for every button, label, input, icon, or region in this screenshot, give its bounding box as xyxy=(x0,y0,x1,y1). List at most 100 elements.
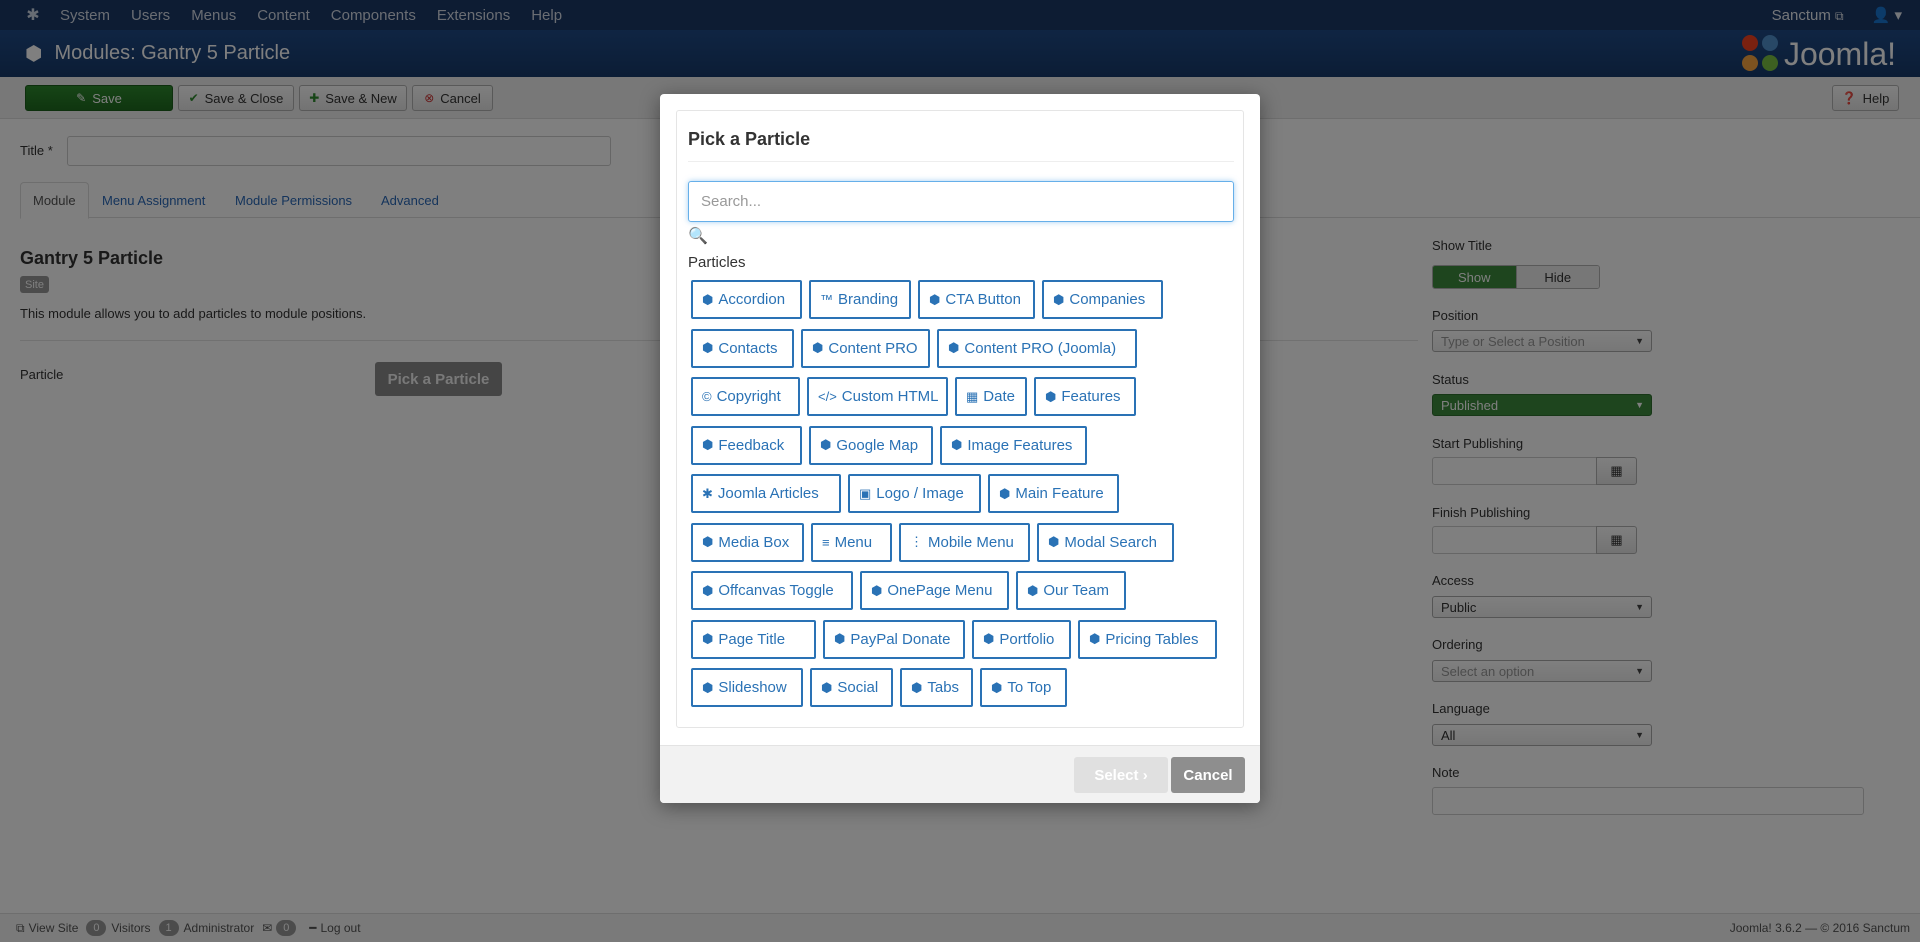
modal-cancel-button[interactable]: Cancel xyxy=(1171,757,1245,793)
cube-icon: ⬢ xyxy=(951,437,963,452)
particle-content-pro[interactable]: ⬢ Content PRO xyxy=(801,328,930,368)
particle-contacts[interactable]: ⬢ Contacts xyxy=(691,328,794,368)
code-icon: </> xyxy=(818,389,837,404)
search-icon: 🔍 xyxy=(688,228,708,245)
particle-label: Features xyxy=(1061,388,1121,405)
cube-icon: ⬢ xyxy=(1045,388,1057,404)
particle-label: Modal Search xyxy=(1064,533,1157,551)
particle-label: Logo / Image xyxy=(876,485,964,502)
cube-icon: ⬢ xyxy=(991,679,1003,695)
particle-label: Companies xyxy=(1069,291,1146,308)
particle-our-team[interactable]: ⬢ Our Team xyxy=(1016,571,1126,610)
particle-label: Tabs xyxy=(927,679,960,696)
copyright-icon: © xyxy=(702,389,712,404)
cube-icon: ⬢ xyxy=(834,631,846,646)
particle-modal-search[interactable]: ⬢ Modal Search xyxy=(1037,522,1174,562)
particle-label: Custom HTML xyxy=(841,388,939,405)
particle-label: CTA Button xyxy=(945,291,1021,308)
particle-joomla-articles[interactable]: ✱ Joomla Articles xyxy=(691,474,841,513)
cube-icon: ⬢ xyxy=(821,679,833,695)
particle-features[interactable]: ⬢ Features xyxy=(1034,377,1136,416)
particle-label: Branding xyxy=(838,291,899,308)
particle-label: Media Box xyxy=(718,533,790,551)
particle-google-map[interactable]: ⬢ Google Map xyxy=(809,425,933,465)
ellipsis-vertical-icon: ⋮ xyxy=(910,534,923,549)
particle-offcanvas-toggle[interactable]: ⬢ Offcanvas Toggle xyxy=(691,571,853,610)
cube-icon: ⬢ xyxy=(1048,534,1060,549)
chevron-right-icon: › xyxy=(1142,766,1148,784)
particle-menu[interactable]: ≡ Menu xyxy=(811,522,892,562)
particle-feedback[interactable]: ⬢ Feedback xyxy=(691,425,802,465)
particle-label: PayPal Donate xyxy=(850,630,951,648)
particle-label: Mobile Menu xyxy=(928,533,1014,551)
particle-image-features[interactable]: ⬢ Image Features xyxy=(940,425,1087,465)
particle-label: OnePage Menu xyxy=(887,582,993,599)
particle-label: Image Features xyxy=(967,436,1073,454)
pick-particle-modal: Pick a Particle Search... 🔍 Particles ⬢ A… xyxy=(660,94,1260,803)
particle-mobile-menu[interactable]: ⋮ Mobile Menu xyxy=(899,522,1030,562)
cube-icon: ⬢ xyxy=(1027,582,1039,598)
particle-label: Our Team xyxy=(1043,582,1109,599)
particle-custom-html[interactable]: </> Custom HTML xyxy=(807,377,948,416)
particle-label: Portfolio xyxy=(999,630,1055,648)
cube-icon: ⬢ xyxy=(702,437,714,452)
image-icon: ▣ xyxy=(859,485,872,501)
particle-content-pro-joomla[interactable]: ⬢ Content PRO (Joomla) xyxy=(937,328,1137,368)
cube-icon: ⬢ xyxy=(911,679,923,695)
particle-main-feature[interactable]: ⬢ Main Feature xyxy=(988,474,1119,513)
modal-footer: Select › Cancel xyxy=(660,745,1260,803)
cube-icon: ⬢ xyxy=(702,679,714,695)
particle-media-box[interactable]: ⬢ Media Box xyxy=(691,522,804,562)
particle-label: Page Title xyxy=(718,630,786,648)
particle-accordion[interactable]: ⬢ Accordion xyxy=(691,280,802,319)
modal-title: Pick a Particle xyxy=(688,129,811,149)
particle-label: Contacts xyxy=(718,339,778,357)
particle-social[interactable]: ⬢ Social xyxy=(810,668,893,707)
particle-label: Slideshow xyxy=(718,679,787,696)
particle-label: Content PRO (Joomla) xyxy=(964,339,1117,357)
particle-label: Menu xyxy=(834,533,873,551)
joomla-icon: ✱ xyxy=(702,485,713,501)
cube-icon: ⬢ xyxy=(1089,631,1101,646)
particle-label: Content PRO xyxy=(828,339,918,357)
cube-icon: ⬢ xyxy=(702,631,714,646)
particle-label: Social xyxy=(837,679,879,696)
particle-tabs[interactable]: ⬢ Tabs xyxy=(900,668,973,707)
cube-icon: ⬢ xyxy=(702,340,714,355)
particle-label: Main Feature xyxy=(1015,485,1104,502)
particle-branding[interactable]: ™ Branding xyxy=(809,280,911,319)
particle-page-title[interactable]: ⬢ Page Title xyxy=(691,619,816,659)
particle-companies[interactable]: ⬢ Companies xyxy=(1042,280,1163,319)
cube-icon: ⬢ xyxy=(871,582,883,598)
cube-icon: ⬢ xyxy=(812,340,824,355)
particle-logo-image[interactable]: ▣ Logo / Image xyxy=(848,474,981,513)
trademark-icon: ™ xyxy=(820,292,833,307)
cube-icon: ⬢ xyxy=(999,485,1011,501)
particle-portfolio[interactable]: ⬢ Portfolio xyxy=(972,619,1071,659)
select-button[interactable]: Select › xyxy=(1074,757,1168,793)
cube-icon: ⬢ xyxy=(702,534,714,549)
particle-label: Feedback xyxy=(718,436,785,454)
particle-to-top[interactable]: ⬢ To Top xyxy=(980,668,1067,707)
particle-search-input[interactable]: Search... xyxy=(688,181,1234,222)
bars-icon: ≡ xyxy=(822,534,830,550)
particle-label: To Top xyxy=(1007,679,1052,696)
particle-slideshow[interactable]: ⬢ Slideshow xyxy=(691,668,803,707)
cube-icon: ⬢ xyxy=(948,340,960,355)
cube-icon: ⬢ xyxy=(929,291,941,307)
particle-cta-button[interactable]: ⬢ CTA Button xyxy=(918,280,1035,319)
particle-label: Date xyxy=(983,388,1015,405)
cube-icon: ⬢ xyxy=(820,437,832,452)
particle-label: Google Map xyxy=(836,436,919,454)
particle-pricing-tables[interactable]: ⬢ Pricing Tables xyxy=(1078,619,1217,659)
particle-label: Pricing Tables xyxy=(1105,630,1199,648)
particle-copyright[interactable]: © Copyright xyxy=(691,377,800,416)
particle-onepage-menu[interactable]: ⬢ OnePage Menu xyxy=(860,571,1009,610)
particle-date[interactable]: ▦ Date xyxy=(955,377,1027,416)
divider xyxy=(688,161,1234,162)
particle-label: Offcanvas Toggle xyxy=(718,582,834,599)
calendar-icon: ▦ xyxy=(966,388,979,404)
particle-label: Copyright xyxy=(716,388,781,405)
particles-section-label: Particles xyxy=(688,254,746,271)
particle-paypal-donate[interactable]: ⬢ PayPal Donate xyxy=(823,619,965,659)
